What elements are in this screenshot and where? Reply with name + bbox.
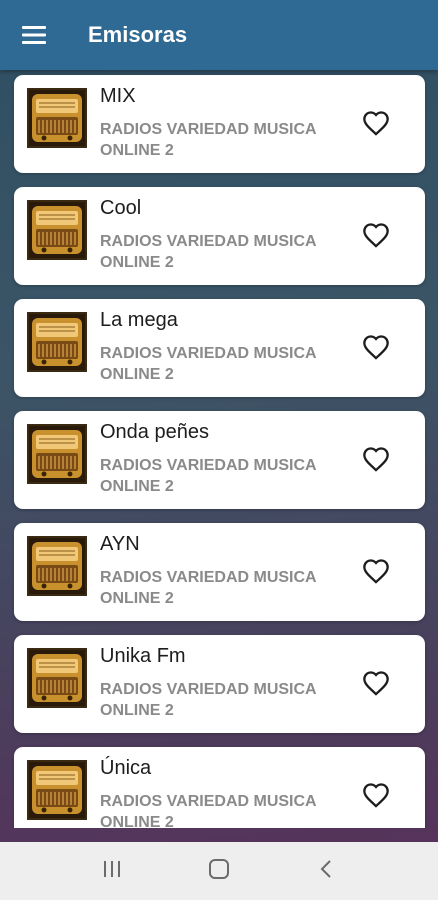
station-subtitle: RADIOS VARIEDAD MUSICA ONLINE 2: [100, 681, 317, 719]
station-card[interactable]: AYN RADIOS VARIEDAD MUSICA ONLINE 2: [14, 523, 425, 621]
heart-outline-icon: [362, 222, 390, 253]
station-subtitle: RADIOS VARIEDAD MUSICA ONLINE 2: [100, 569, 317, 607]
vintage-radio-icon: [27, 536, 87, 596]
heart-outline-icon: [362, 670, 390, 701]
station-card[interactable]: La mega RADIOS VARIEDAD MUSICA ONLINE 2: [14, 299, 425, 397]
recent-apps-icon: [102, 860, 122, 883]
page-title: Emisoras: [88, 22, 188, 47]
recent-apps-button[interactable]: [90, 849, 134, 893]
station-list[interactable]: MIX RADIOS VARIEDAD MUSICA ONLINE 2 Cool…: [0, 70, 438, 828]
menu-button[interactable]: [0, 0, 70, 70]
heart-outline-icon: [362, 110, 390, 141]
station-name: Unika Fm: [100, 645, 186, 667]
hamburger-menu-icon: [22, 25, 46, 45]
vintage-radio-icon: [27, 200, 87, 260]
station-subtitle: RADIOS VARIEDAD MUSICA ONLINE 2: [100, 457, 317, 495]
station-card[interactable]: MIX RADIOS VARIEDAD MUSICA ONLINE 2: [14, 75, 425, 173]
station-name: AYN: [100, 533, 140, 555]
station-card[interactable]: Unika Fm RADIOS VARIEDAD MUSICA ONLINE 2: [14, 635, 425, 733]
favorite-button[interactable]: [358, 669, 394, 701]
vintage-radio-icon: [27, 424, 87, 484]
station-name: MIX: [100, 85, 136, 107]
favorite-button[interactable]: [358, 221, 394, 253]
home-button[interactable]: [197, 849, 241, 893]
station-card[interactable]: Cool RADIOS VARIEDAD MUSICA ONLINE 2: [14, 187, 425, 285]
station-subtitle: RADIOS VARIEDAD MUSICA ONLINE 2: [100, 121, 317, 159]
system-navigation-bar: [0, 842, 438, 900]
heart-outline-icon: [362, 446, 390, 477]
station-name: Onda peñes: [100, 421, 209, 443]
station-card[interactable]: Onda peñes RADIOS VARIEDAD MUSICA ONLINE…: [14, 411, 425, 509]
station-name: La mega: [100, 309, 178, 331]
heart-outline-icon: [362, 334, 390, 365]
favorite-button[interactable]: [358, 781, 394, 813]
station-card[interactable]: Única RADIOS VARIEDAD MUSICA ONLINE 2: [14, 747, 425, 828]
favorite-button[interactable]: [358, 557, 394, 589]
vintage-radio-icon: [27, 88, 87, 148]
favorite-button[interactable]: [358, 109, 394, 141]
heart-outline-icon: [362, 782, 390, 813]
station-subtitle: RADIOS VARIEDAD MUSICA ONLINE 2: [100, 793, 317, 828]
vintage-radio-icon: [27, 648, 87, 708]
station-name: Cool: [100, 197, 142, 219]
station-subtitle: RADIOS VARIEDAD MUSICA ONLINE 2: [100, 233, 317, 271]
vintage-radio-icon: [27, 312, 87, 372]
favorite-button[interactable]: [358, 333, 394, 365]
station-subtitle: RADIOS VARIEDAD MUSICA ONLINE 2: [100, 345, 317, 383]
app-bar: Emisoras: [0, 0, 438, 70]
vintage-radio-icon: [27, 760, 87, 820]
back-chevron-icon: [319, 859, 333, 884]
heart-outline-icon: [362, 558, 390, 589]
station-name: Única: [100, 757, 152, 779]
home-icon: [208, 858, 230, 885]
back-button[interactable]: [304, 849, 348, 893]
favorite-button[interactable]: [358, 445, 394, 477]
